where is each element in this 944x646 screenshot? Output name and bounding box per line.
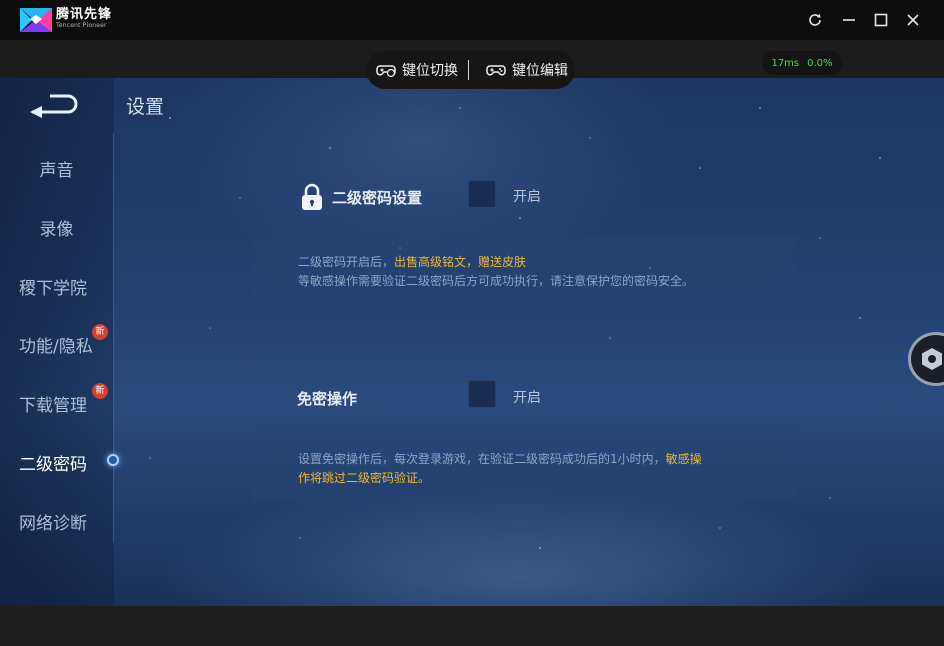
secondary-password-description: 二级密码开启后，出售高级铭文，赠送皮肤 等敏感操作需要验证二级密码后方可成功执行… xyxy=(252,236,797,300)
tencent-pioneer-logo xyxy=(20,8,52,32)
description-line: 二级密码开启后，出售高级铭文，赠送皮肤 xyxy=(298,253,526,270)
nav-item-download-manager[interactable]: 下载管理 新 xyxy=(0,383,113,423)
keymap-switch-button[interactable]: 键位切换 xyxy=(376,51,458,89)
nav-item-sound[interactable]: 声音 xyxy=(0,148,113,188)
nav-item-label: 二级密码 xyxy=(19,454,87,475)
hexagon-icon xyxy=(922,348,942,370)
description-line: 设置免密操作后，每次登录游戏，在验证二级密码成功后的1小时内，敏感操 xyxy=(298,450,702,467)
description-highlight: 出售高级铭文，赠送皮肤 xyxy=(394,255,527,269)
nav-item-network-diagnosis[interactable]: 网络诊断 xyxy=(0,501,113,541)
keymap-edit-label: 键位编辑 xyxy=(512,63,568,79)
app-name-en: Tencent Pioneer xyxy=(56,22,107,29)
nav-item-label: 录像 xyxy=(39,219,74,240)
keymap-edit-button[interactable]: 键位编辑 xyxy=(486,51,568,89)
description-highlight: 敏感操 xyxy=(665,452,702,466)
gamepad-icon xyxy=(486,65,506,76)
nav-item-function-privacy[interactable]: 功能/隐私 新 xyxy=(0,324,113,364)
page-title: 设置 xyxy=(126,96,165,118)
nav-item-label: 网络诊断 xyxy=(19,513,87,534)
password-free-description: 设置免密操作后，每次登录游戏，在验证二级密码成功后的1小时内，敏感操 作将跳过二… xyxy=(252,430,797,502)
starfield-background xyxy=(149,107,881,549)
keymap-divider xyxy=(468,60,469,80)
nav-item-label: 功能/隐私 xyxy=(19,336,93,357)
nav-item-label: 稷下学院 xyxy=(19,278,87,299)
description-highlight: 作将跳过二级密码验证。 xyxy=(298,471,431,485)
minimize-icon[interactable] xyxy=(837,8,861,32)
packet-loss-value: 0.0% xyxy=(807,57,833,69)
nav-item-secondary-password[interactable]: 二级密码 xyxy=(0,442,113,482)
game-settings-screen: 设置 声音 录像 稷下学院 功能/隐私 新 下载管理 新 二级密码 网络诊断 二… xyxy=(0,78,944,606)
close-icon[interactable] xyxy=(901,8,925,32)
secondary-password-label: 二级密码设置 xyxy=(332,189,423,207)
description-text: 二级密码开启后， xyxy=(298,255,395,269)
maximize-icon[interactable] xyxy=(869,8,893,32)
back-arrow-icon[interactable] xyxy=(28,92,82,118)
refresh-icon[interactable] xyxy=(803,8,827,32)
bottom-bar xyxy=(0,606,944,646)
network-status: 17ms 0.0% xyxy=(762,51,842,75)
gamepad-swap-icon xyxy=(376,65,396,78)
password-free-label: 免密操作 xyxy=(297,390,358,408)
nav-item-label: 声音 xyxy=(39,160,74,181)
nav-item-recording[interactable]: 录像 xyxy=(0,207,113,247)
secondary-password-checkbox[interactable] xyxy=(468,180,496,208)
nav-item-label: 下载管理 xyxy=(19,395,87,416)
description-text: 设置免密操作后，每次登录游戏，在验证二级密码成功后的1小时内， xyxy=(298,452,666,466)
sidebar-divider xyxy=(113,133,114,543)
new-badge: 新 xyxy=(92,383,108,399)
keymap-switch-label: 键位切换 xyxy=(402,63,458,79)
new-badge: 新 xyxy=(92,324,108,340)
lock-icon xyxy=(302,183,322,210)
latency-value: 17ms xyxy=(771,57,800,69)
secondary-password-toggle-label: 开启 xyxy=(513,189,541,205)
nav-item-academy[interactable]: 稷下学院 xyxy=(0,266,113,306)
password-free-toggle-label: 开启 xyxy=(513,390,541,406)
keymap-bar: 键位切换 键位编辑 xyxy=(366,51,575,89)
password-free-checkbox[interactable] xyxy=(468,380,496,408)
title-bar: 腾讯先锋 Tencent Pioneer xyxy=(0,0,944,40)
app-name: 腾讯先锋 xyxy=(56,7,113,22)
active-nav-indicator xyxy=(107,454,119,466)
description-line: 等敏感操作需要验证二级密码后方可成功执行，请注意保护您的密码安全。 xyxy=(298,274,695,288)
